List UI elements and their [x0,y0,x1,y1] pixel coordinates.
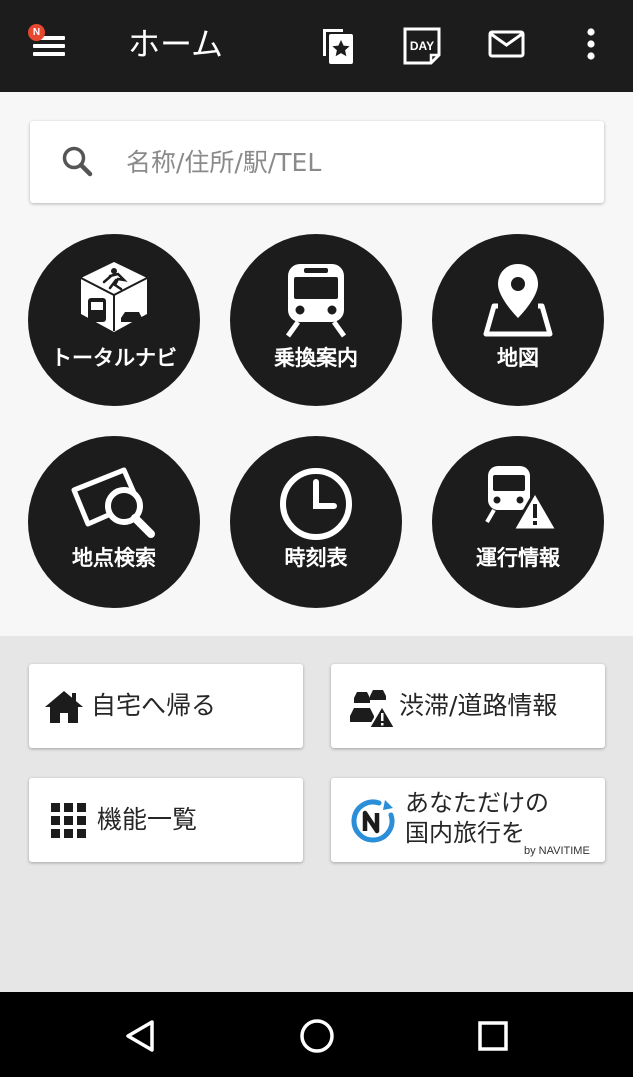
train-icon [285,264,347,338]
favorites-button[interactable] [312,20,364,72]
search-input[interactable]: 名称/住所/駅/TEL [126,145,321,181]
home-circle-icon [300,1019,334,1053]
svg-text:DAY: DAY [410,39,434,53]
place-search-button[interactable]: 地点検索 [28,436,200,608]
transfer-guide-button[interactable]: 乗換案内 [230,234,402,406]
timetable-button[interactable]: 時刻表 [230,436,402,608]
day-button[interactable]: DAY [396,20,448,72]
favorites-icon [323,29,353,64]
notification-badge: N [28,24,45,41]
total-navi-button[interactable]: トータルナビ [28,234,200,406]
back-icon [126,1020,154,1052]
promo-line-1: あなただけの [405,789,549,817]
home-nav-button[interactable] [289,1008,345,1064]
feature-list-button[interactable]: 機能一覧 [29,778,303,862]
recents-button[interactable] [465,1008,521,1064]
go-home-button[interactable]: 自宅へ帰る [29,664,303,748]
recents-icon [478,1021,508,1051]
clock-icon [280,468,352,540]
traffic-warning-icon [350,690,396,729]
home-icon [45,691,83,723]
mail-icon [488,30,525,58]
app-bar: N ホーム DAY [0,0,633,92]
total-navi-icon [80,262,148,332]
place-search-icon [71,467,155,538]
promo-byline: by NAVITIME [524,845,590,857]
more-options-button[interactable] [566,20,618,72]
menu-button[interactable]: N [22,22,78,70]
navitime-n-icon [351,799,395,843]
map-button[interactable]: 地図 [432,234,604,406]
day-icon: DAY [403,27,441,65]
traffic-info-button[interactable]: 渋滞/道路情報 [331,664,605,748]
search-icon [62,146,93,177]
grid-icon [51,803,86,838]
promo-line-2: 国内旅行を [405,819,525,847]
mail-button[interactable] [480,20,532,72]
map-pin-icon [483,264,553,337]
more-vert-icon [587,28,595,60]
service-info-button[interactable]: 運行情報 [432,436,604,608]
page-title: ホーム [128,25,224,63]
back-button[interactable] [113,1008,169,1064]
system-nav-bar [0,992,633,1077]
domestic-travel-promo-button[interactable]: あなただけの 国内旅行を by NAVITIME [331,778,605,862]
train-warning-icon [485,466,559,532]
